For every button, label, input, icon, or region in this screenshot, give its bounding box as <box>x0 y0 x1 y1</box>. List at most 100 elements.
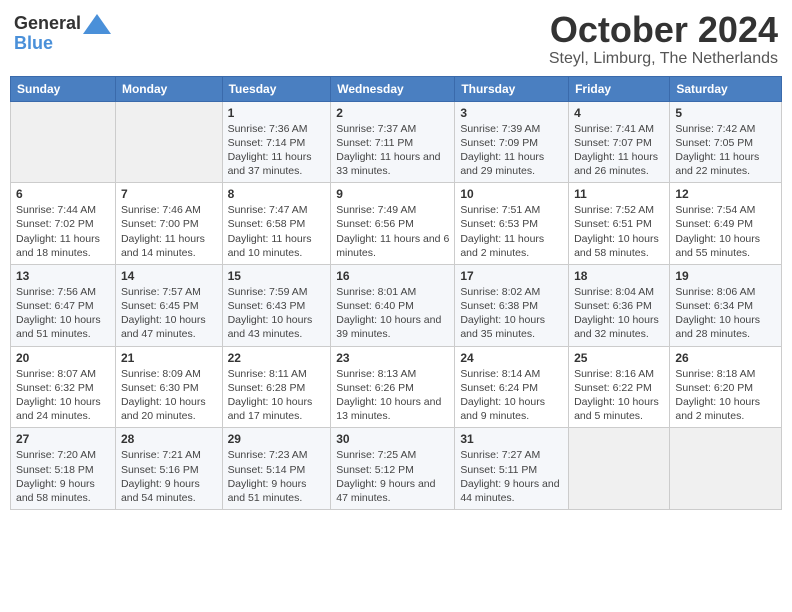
day-number: 15 <box>228 269 326 283</box>
day-info: Sunrise: 7:56 AM Sunset: 6:47 PM Dayligh… <box>16 285 110 342</box>
calendar-cell: 22Sunrise: 8:11 AM Sunset: 6:28 PM Dayli… <box>222 346 331 428</box>
day-number: 26 <box>675 351 776 365</box>
calendar-cell: 21 Sunrise: 8:09 AM Sunset: 6:30 PM Dayli… <box>115 346 222 428</box>
day-number: 25 <box>574 351 664 365</box>
day-info: Sunrise: 8:14 AM Sunset: 6:24 PM Dayligh… <box>460 367 563 424</box>
day-header-thursday: Thursday <box>455 76 569 101</box>
day-info: Sunrise: 7:36 AM Sunset: 7:14 PM Dayligh… <box>228 122 326 179</box>
day-number: 16 <box>336 269 449 283</box>
day-info: Sunrise: 8:16 AM Sunset: 6:22 PM Dayligh… <box>574 367 664 424</box>
day-number: 20 <box>16 351 110 365</box>
day-number: 28 <box>121 432 217 446</box>
calendar-cell: 5Sunrise: 7:42 AM Sunset: 7:05 PM Daylig… <box>670 101 782 183</box>
calendar-cell: 10 Sunrise: 7:51 AM Sunset: 6:53 PM Dayli… <box>455 183 569 265</box>
calendar-header-row: SundayMondayTuesdayWednesdayThursdayFrid… <box>11 76 782 101</box>
day-info: Sunrise: 7:21 AM Sunset: 5:16 PM Dayligh… <box>121 448 217 505</box>
calendar-cell <box>670 428 782 510</box>
calendar-cell: 19 Sunrise: 8:06 AM Sunset: 6:34 PM Dayli… <box>670 264 782 346</box>
calendar-cell: 12Sunrise: 7:54 AM Sunset: 6:49 PM Dayli… <box>670 183 782 265</box>
calendar-cell: 7 Sunrise: 7:46 AM Sunset: 7:00 PM Daylig… <box>115 183 222 265</box>
day-number: 7 <box>121 187 217 201</box>
day-info: Sunrise: 8:06 AM Sunset: 6:34 PM Dayligh… <box>675 285 776 342</box>
day-info: Sunrise: 7:41 AM Sunset: 7:07 PM Dayligh… <box>574 122 664 179</box>
day-info: Sunrise: 7:39 AM Sunset: 7:09 PM Dayligh… <box>460 122 563 179</box>
calendar-cell: 11Sunrise: 7:52 AM Sunset: 6:51 PM Dayli… <box>569 183 670 265</box>
calendar-cell: 16 Sunrise: 8:01 AM Sunset: 6:40 PM Dayli… <box>331 264 455 346</box>
day-header-wednesday: Wednesday <box>331 76 455 101</box>
day-number: 27 <box>16 432 110 446</box>
day-header-friday: Friday <box>569 76 670 101</box>
calendar-cell: 3 Sunrise: 7:39 AM Sunset: 7:09 PM Daylig… <box>455 101 569 183</box>
day-number: 10 <box>460 187 563 201</box>
calendar-cell: 1 Sunrise: 7:36 AM Sunset: 7:14 PM Daylig… <box>222 101 331 183</box>
day-info: Sunrise: 7:47 AM Sunset: 6:58 PM Dayligh… <box>228 203 326 260</box>
day-number: 31 <box>460 432 563 446</box>
calendar-cell <box>569 428 670 510</box>
day-number: 9 <box>336 187 449 201</box>
calendar-cell: 13 Sunrise: 7:56 AM Sunset: 6:47 PM Dayli… <box>11 264 116 346</box>
logo: General Blue <box>14 14 111 54</box>
calendar-week-row: 6Sunrise: 7:44 AM Sunset: 7:02 PM Daylig… <box>11 183 782 265</box>
day-number: 17 <box>460 269 563 283</box>
calendar-cell: 14 Sunrise: 7:57 AM Sunset: 6:45 PM Dayli… <box>115 264 222 346</box>
calendar-cell: 26 Sunrise: 8:18 AM Sunset: 6:20 PM Dayli… <box>670 346 782 428</box>
calendar-cell: 29Sunrise: 7:23 AM Sunset: 5:14 PM Dayli… <box>222 428 331 510</box>
calendar-cell: 28 Sunrise: 7:21 AM Sunset: 5:16 PM Dayli… <box>115 428 222 510</box>
day-info: Sunrise: 8:07 AM Sunset: 6:32 PM Dayligh… <box>16 367 110 424</box>
day-info: Sunrise: 7:23 AM Sunset: 5:14 PM Dayligh… <box>228 448 326 505</box>
day-number: 21 <box>121 351 217 365</box>
day-info: Sunrise: 7:51 AM Sunset: 6:53 PM Dayligh… <box>460 203 563 260</box>
logo-icon <box>83 14 111 34</box>
day-info: Sunrise: 7:20 AM Sunset: 5:18 PM Dayligh… <box>16 448 110 505</box>
calendar-cell: 9Sunrise: 7:49 AM Sunset: 6:56 PM Daylig… <box>331 183 455 265</box>
day-number: 3 <box>460 106 563 120</box>
day-header-sunday: Sunday <box>11 76 116 101</box>
calendar-cell: 24 Sunrise: 8:14 AM Sunset: 6:24 PM Dayli… <box>455 346 569 428</box>
logo-blue: Blue <box>14 33 53 53</box>
calendar-cell: 4 Sunrise: 7:41 AM Sunset: 7:07 PM Daylig… <box>569 101 670 183</box>
day-header-saturday: Saturday <box>670 76 782 101</box>
day-number: 4 <box>574 106 664 120</box>
calendar-week-row: 27 Sunrise: 7:20 AM Sunset: 5:18 PM Dayli… <box>11 428 782 510</box>
day-number: 1 <box>228 106 326 120</box>
day-info: Sunrise: 8:18 AM Sunset: 6:20 PM Dayligh… <box>675 367 776 424</box>
day-number: 19 <box>675 269 776 283</box>
day-number: 12 <box>675 187 776 201</box>
calendar-cell: 30Sunrise: 7:25 AM Sunset: 5:12 PM Dayli… <box>331 428 455 510</box>
day-info: Sunrise: 7:44 AM Sunset: 7:02 PM Dayligh… <box>16 203 110 260</box>
day-header-tuesday: Tuesday <box>222 76 331 101</box>
month-title: October 2024 <box>549 10 778 50</box>
calendar-week-row: 20 Sunrise: 8:07 AM Sunset: 6:32 PM Dayli… <box>11 346 782 428</box>
calendar-cell: 31Sunrise: 7:27 AM Sunset: 5:11 PM Dayli… <box>455 428 569 510</box>
calendar-cell: 15Sunrise: 7:59 AM Sunset: 6:43 PM Dayli… <box>222 264 331 346</box>
day-number: 14 <box>121 269 217 283</box>
calendar-cell: 6Sunrise: 7:44 AM Sunset: 7:02 PM Daylig… <box>11 183 116 265</box>
day-info: Sunrise: 7:37 AM Sunset: 7:11 PM Dayligh… <box>336 122 449 179</box>
logo-general: General <box>14 14 81 34</box>
day-number: 13 <box>16 269 110 283</box>
day-number: 2 <box>336 106 449 120</box>
calendar-cell: 18 Sunrise: 8:04 AM Sunset: 6:36 PM Dayli… <box>569 264 670 346</box>
day-info: Sunrise: 8:13 AM Sunset: 6:26 PM Dayligh… <box>336 367 449 424</box>
day-info: Sunrise: 8:09 AM Sunset: 6:30 PM Dayligh… <box>121 367 217 424</box>
calendar-cell <box>115 101 222 183</box>
location-subtitle: Steyl, Limburg, The Netherlands <box>549 50 778 68</box>
day-info: Sunrise: 7:46 AM Sunset: 7:00 PM Dayligh… <box>121 203 217 260</box>
day-number: 22 <box>228 351 326 365</box>
calendar-cell: 27 Sunrise: 7:20 AM Sunset: 5:18 PM Dayli… <box>11 428 116 510</box>
day-info: Sunrise: 7:57 AM Sunset: 6:45 PM Dayligh… <box>121 285 217 342</box>
day-info: Sunrise: 8:02 AM Sunset: 6:38 PM Dayligh… <box>460 285 563 342</box>
calendar-cell: 25 Sunrise: 8:16 AM Sunset: 6:22 PM Dayli… <box>569 346 670 428</box>
day-number: 24 <box>460 351 563 365</box>
calendar-week-row: 1 Sunrise: 7:36 AM Sunset: 7:14 PM Daylig… <box>11 101 782 183</box>
calendar-cell <box>11 101 116 183</box>
title-area: October 2024 Steyl, Limburg, The Netherl… <box>549 10 778 68</box>
day-info: Sunrise: 7:52 AM Sunset: 6:51 PM Dayligh… <box>574 203 664 260</box>
calendar-week-row: 13 Sunrise: 7:56 AM Sunset: 6:47 PM Dayli… <box>11 264 782 346</box>
day-number: 18 <box>574 269 664 283</box>
calendar-cell: 17 Sunrise: 8:02 AM Sunset: 6:38 PM Dayli… <box>455 264 569 346</box>
calendar-cell: 20 Sunrise: 8:07 AM Sunset: 6:32 PM Dayli… <box>11 346 116 428</box>
day-info: Sunrise: 8:04 AM Sunset: 6:36 PM Dayligh… <box>574 285 664 342</box>
day-number: 30 <box>336 432 449 446</box>
day-info: Sunrise: 8:01 AM Sunset: 6:40 PM Dayligh… <box>336 285 449 342</box>
